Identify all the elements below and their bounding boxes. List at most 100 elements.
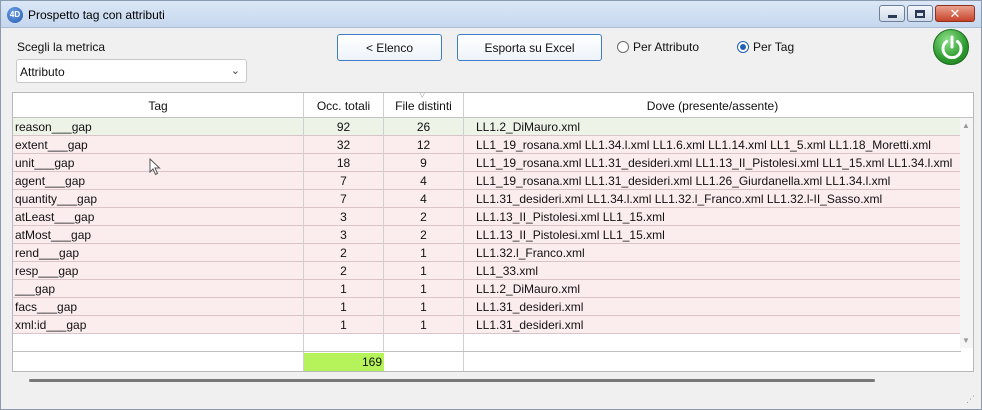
power-button[interactable] xyxy=(933,29,969,65)
table-row[interactable]: quantity___gap 7 4 LL1.31_desideri.xml LL1.… xyxy=(13,190,961,208)
occ-cell: 18 xyxy=(304,154,384,172)
tag-cell: facs___gap xyxy=(13,298,304,316)
files-cell: 1 xyxy=(384,262,464,280)
files-cell: 1 xyxy=(384,316,464,334)
table-row[interactable]: rend___gap 2 1 LL1.32.l_Franco.xml xyxy=(13,244,961,262)
tag-cell: resp___gap xyxy=(13,262,304,280)
table-row[interactable]: resp___gap 2 1 LL1_33.xml xyxy=(13,262,961,280)
table-row[interactable]: atLeast___gap 3 2 LL1.13_II_Pistolesi.xml L… xyxy=(13,208,961,226)
minimize-icon xyxy=(887,15,897,18)
export-excel-button[interactable]: Esporta su Excel xyxy=(457,34,602,61)
window-title: Prospetto tag con attributi xyxy=(28,8,165,22)
files-cell: 1 xyxy=(384,298,464,316)
resize-grip-icon[interactable]: ⋰ xyxy=(966,394,975,405)
occ-cell: 2 xyxy=(304,244,384,262)
occ-cell: 2 xyxy=(304,262,384,280)
close-button[interactable]: ✕ xyxy=(935,5,975,22)
metric-selected-value: Attributo xyxy=(20,65,65,79)
empty-cell xyxy=(464,334,961,352)
files-cell: 4 xyxy=(384,172,464,190)
dove-cell: LL1_19_rosana.xml LL1.31_desideri.xml LL… xyxy=(476,174,891,188)
dove-cell: LL1.2_DiMauro.xml xyxy=(476,120,581,134)
metric-dropdown[interactable]: Attributo ⌄ xyxy=(16,59,247,83)
dove-cell: LL1.32.l_Franco.xml xyxy=(476,246,585,260)
occ-cell: 92 xyxy=(304,118,384,136)
metric-label: Scegli la metrica xyxy=(17,40,106,54)
dove-cell: LL1.2_DiMauro.xml xyxy=(476,282,581,296)
total-occurrences: 169 xyxy=(304,353,384,371)
column-header-occ[interactable]: Occ. totali xyxy=(304,93,384,118)
close-icon: ✕ xyxy=(949,6,961,21)
scroll-up-icon[interactable]: ▲ xyxy=(962,121,970,130)
occ-cell: 1 xyxy=(304,280,384,298)
table-row[interactable]: facs___gap 1 1 LL1.31_desideri.xml xyxy=(13,298,961,316)
tag-cell: atMost___gap xyxy=(13,226,304,244)
scroll-down-icon[interactable]: ▼ xyxy=(962,336,970,345)
empty-cell xyxy=(304,334,384,352)
files-cell: 1 xyxy=(384,280,464,298)
files-cell: 9 xyxy=(384,154,464,172)
tag-cell: atLeast___gap xyxy=(13,208,304,226)
dove-cell: LL1_33.xml xyxy=(476,264,539,278)
column-header-tag[interactable]: Tag xyxy=(13,93,304,118)
dove-cell: LL1.13_II_Pistolesi.xml LL1_15.xml xyxy=(476,210,665,224)
totals-row: 169 xyxy=(13,351,961,371)
maximize-button[interactable] xyxy=(907,5,933,22)
column-header-dove[interactable]: Dove (presente/assente) xyxy=(464,93,961,118)
files-cell: 4 xyxy=(384,190,464,208)
dove-cell: LL1.13_II_Pistolesi.xml LL1_15.xml xyxy=(476,228,665,242)
table-body: reason___gap 92 26 LL1.2_DiMauro.xml extent_… xyxy=(13,118,961,352)
dove-cell: LL1_19_rosana.xml LL1.34.l.xml LL1.6.xml… xyxy=(476,138,931,152)
files-cell: 2 xyxy=(384,226,464,244)
column-header-files[interactable]: ▽ File distinti xyxy=(384,93,464,118)
totals-files-cell xyxy=(384,352,464,371)
elenco-button[interactable]: < Elenco xyxy=(337,34,442,61)
occ-cell: 3 xyxy=(304,226,384,244)
table-row[interactable]: atMost___gap 3 2 LL1.13_II_Pistolesi.xml LL… xyxy=(13,226,961,244)
app-logo-icon: 4D xyxy=(7,7,23,23)
table-header: Tag Occ. totali ▽ File distinti Dove (pr… xyxy=(13,93,973,118)
occ-cell: 7 xyxy=(304,190,384,208)
totals-tag-cell xyxy=(13,352,304,371)
files-cell: 1 xyxy=(384,244,464,262)
occ-cell: 7 xyxy=(304,172,384,190)
dove-cell: LL1_19_rosana.xml LL1.31_desideri.xml LL… xyxy=(476,156,953,170)
vertical-scrollbar[interactable]: ▲ ▼ xyxy=(960,118,973,348)
mouse-cursor-icon xyxy=(149,158,161,176)
radio-circle-icon xyxy=(617,41,629,53)
tag-cell: quantity___gap xyxy=(13,190,304,208)
radio-per-attributo[interactable]: Per Attributo xyxy=(617,40,699,54)
table-row[interactable]: reason___gap 92 26 LL1.2_DiMauro.xml xyxy=(13,118,961,136)
occ-cell: 1 xyxy=(304,316,384,334)
empty-row xyxy=(13,334,961,352)
table-row[interactable]: xml:id___gap 1 1 LL1.31_desideri.xml xyxy=(13,316,961,334)
radio-per-tag-label: Per Tag xyxy=(753,40,795,54)
tag-cell: reason___gap xyxy=(13,118,304,136)
tag-table: Tag Occ. totali ▽ File distinti Dove (pr… xyxy=(12,92,974,372)
empty-cell xyxy=(384,334,464,352)
files-cell: 12 xyxy=(384,136,464,154)
files-cell: 2 xyxy=(384,208,464,226)
sort-arrow-icon: ▽ xyxy=(419,92,425,99)
app-window: 4D Prospetto tag con attributi ✕ Scegli … xyxy=(0,0,982,410)
radio-selected-icon xyxy=(737,41,749,53)
occ-cell: 3 xyxy=(304,208,384,226)
minimize-button[interactable] xyxy=(879,5,905,22)
tag-cell: ___gap xyxy=(13,280,304,298)
radio-per-attributo-label: Per Attributo xyxy=(633,40,700,54)
occ-cell: 1 xyxy=(304,298,384,316)
dove-cell: LL1.31_desideri.xml xyxy=(476,300,584,314)
empty-cell xyxy=(13,334,304,352)
column-header-files-label: File distinti xyxy=(395,99,452,113)
window-controls: ✕ xyxy=(879,5,975,22)
tag-cell: extent___gap xyxy=(13,136,304,154)
radio-per-tag[interactable]: Per Tag xyxy=(737,40,794,54)
chevron-down-icon: ⌄ xyxy=(230,65,240,77)
power-icon xyxy=(941,35,963,60)
table-row[interactable]: extent___gap 32 12 LL1_19_rosana.xml LL1.34… xyxy=(13,136,961,154)
maximize-icon xyxy=(915,9,925,18)
horizontal-scrollbar[interactable] xyxy=(29,379,875,382)
table-row[interactable]: ___gap 1 1 LL1.2_DiMauro.xml xyxy=(13,280,961,298)
title-bar[interactable]: 4D Prospetto tag con attributi ✕ xyxy=(1,1,981,28)
dove-cell: LL1.31_desideri.xml xyxy=(476,318,584,332)
